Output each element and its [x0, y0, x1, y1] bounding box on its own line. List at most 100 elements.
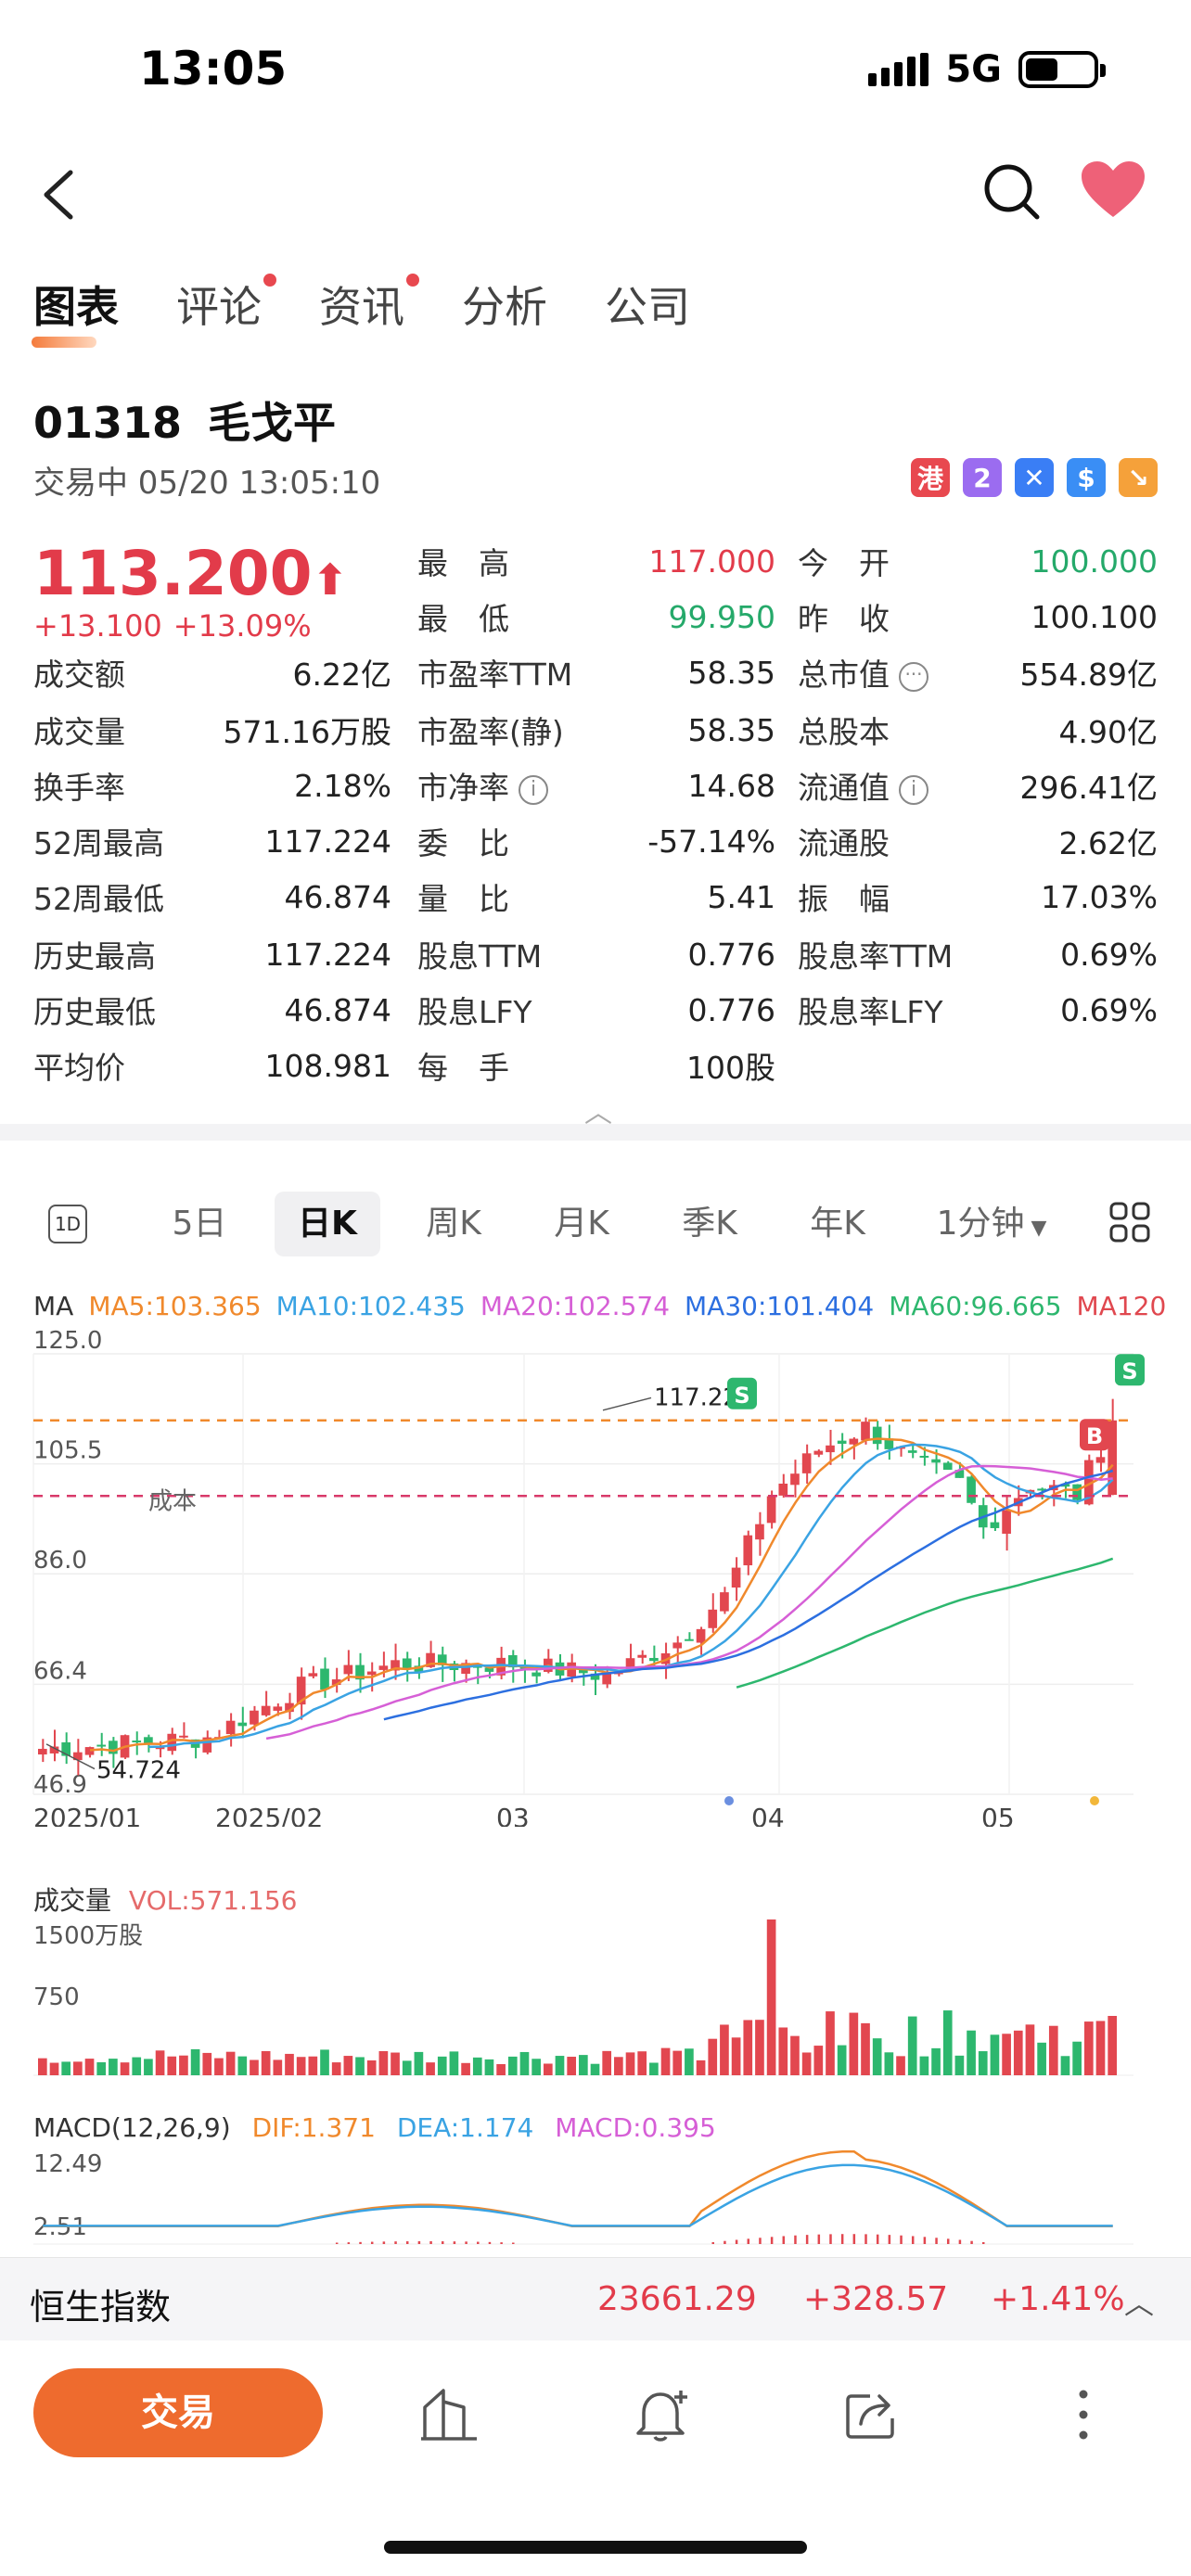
y-tick-label: 86.0: [33, 1547, 87, 1575]
quote-value: 2.62亿: [1058, 825, 1158, 861]
period-1d[interactable]: 1D: [48, 1205, 87, 1243]
price-alert-bell-icon[interactable]: [633, 2385, 692, 2444]
short-badge-icon[interactable]: ↘: [1119, 458, 1158, 497]
quote-value: 108.981: [264, 1047, 391, 1084]
position-icon[interactable]: [419, 2385, 479, 2444]
tab-comments[interactable]: 评论: [176, 274, 276, 335]
volume-bar: [919, 2056, 929, 2075]
info-icon[interactable]: i: [899, 774, 928, 805]
volume-bar: [602, 2050, 612, 2075]
trade-marker-label: S: [734, 1383, 749, 1409]
favorite-heart-icon[interactable]: [1080, 159, 1146, 219]
dollar-badge-icon[interactable]: $: [1067, 458, 1106, 497]
period-5d[interactable]: 5日: [158, 1192, 241, 1256]
quote-row: 股息TTM 0.776: [417, 926, 775, 982]
quote-value: 0.69%: [1060, 936, 1158, 973]
volume-bar: [355, 2057, 365, 2075]
volume-bar: [132, 2057, 142, 2075]
candle-body: [872, 1426, 882, 1445]
connect-badge-icon[interactable]: ✕: [1015, 458, 1054, 497]
candle-body: [942, 1462, 953, 1471]
index-ticker-bar[interactable]: 恒生指数 23661.29 +328.57 +1.41% ︿: [0, 2257, 1191, 2340]
candle-body: [1072, 1484, 1082, 1500]
quote-row: 今 开 100.000: [798, 533, 1158, 589]
quote-row: 总市值 ··· 554.89亿: [798, 644, 1158, 700]
candle-body: [308, 1673, 318, 1677]
expand-caret-icon[interactable]: ︿: [1124, 2280, 1154, 2323]
volume-bar: [190, 2048, 200, 2075]
volume-bar: [225, 2051, 236, 2075]
trade-button[interactable]: 交易: [33, 2368, 323, 2457]
quote-value: 14.68: [687, 767, 775, 804]
volume-bar: [990, 2034, 1000, 2075]
period-monthly-k[interactable]: 月K: [540, 1192, 623, 1256]
volume-bar: [1060, 2056, 1070, 2075]
stock-title: 01318 毛戈平: [33, 389, 336, 451]
candle-body: [320, 1668, 329, 1690]
period-yearly-k[interactable]: 年K: [796, 1192, 879, 1256]
volume-bar: [273, 2060, 283, 2075]
price-change: +13.100 +13.09%: [33, 608, 323, 644]
x-tick-label: 05: [981, 1803, 1015, 1827]
quote-label: 今 开: [798, 545, 890, 581]
tab-news[interactable]: 资讯: [319, 274, 419, 335]
quote-label: 股息LFY: [417, 994, 532, 1030]
quote-label: 52周最低: [33, 881, 164, 917]
info-icon[interactable]: i: [519, 774, 548, 805]
more-options-icon[interactable]: [1054, 2385, 1113, 2444]
quote-label: 流通股: [798, 825, 890, 861]
volume-bar: [590, 2063, 600, 2075]
notification-dot: [406, 274, 419, 287]
candle-body: [273, 1706, 283, 1711]
period-minute-dropdown[interactable]: 1分钟 ▼: [931, 1192, 1052, 1256]
volume-bar: [426, 2062, 435, 2075]
level2-badge-icon[interactable]: 2: [963, 458, 1002, 497]
volume-bar: [625, 2052, 635, 2075]
quote-label: 量 比: [417, 881, 509, 917]
volume-bar: [366, 2060, 377, 2075]
quote-value: 99.950: [668, 598, 775, 635]
quote-row: 市盈率TTM 58.35: [417, 644, 775, 700]
candlestick-chart[interactable]: 125.0 105.5 86.0 66.4 46.9 2025/01 2025/02 03 04…: [0, 1326, 1191, 1827]
quote-row: 历史最高 117.224: [33, 926, 391, 982]
stock-name: 毛戈平: [208, 398, 337, 448]
share-icon[interactable]: [842, 2385, 902, 2444]
grid-menu-icon[interactable]: [1109, 1202, 1150, 1243]
ma-legend[interactable]: MA MA5:103.365 MA10:102.435 MA20:102.574 MA3…: [33, 1291, 1165, 1321]
quote-value: 117.000: [648, 542, 775, 580]
y-tick-label: 46.9: [33, 1771, 87, 1799]
volume-bar: [472, 2057, 482, 2075]
quote-row: 52周最高 117.224: [33, 813, 391, 869]
quote-row: 流通值 i 296.41亿: [798, 758, 1158, 813]
quote-label: 股息率TTM: [798, 938, 954, 975]
macd-chart[interactable]: 12.492.51: [0, 2142, 1191, 2253]
candle-body: [813, 1450, 824, 1455]
more-icon[interactable]: ···: [899, 661, 928, 692]
candle-body: [237, 1722, 248, 1727]
volume-bar: [1025, 2024, 1035, 2075]
volume-bar: [507, 2056, 518, 2075]
volume-bar: [461, 2062, 470, 2075]
quote-label: 市盈率TTM: [417, 657, 573, 693]
candle-body: [919, 1455, 929, 1458]
volume-bar: [84, 2059, 95, 2075]
volume-bar: [579, 2055, 588, 2075]
tab-analysis[interactable]: 分析: [462, 274, 547, 335]
index-change-percent: +1.41%: [991, 2280, 1125, 2318]
quote-label: 总股本: [798, 714, 890, 750]
candle-body: [366, 1671, 377, 1676]
tab-chart[interactable]: 图表: [32, 274, 119, 348]
period-weekly-k[interactable]: 周K: [412, 1192, 495, 1256]
quote-row: 振 幅 17.03%: [798, 869, 1158, 925]
candle-body: [849, 1438, 859, 1445]
period-daily-k[interactable]: 日K: [275, 1192, 380, 1256]
tab-company[interactable]: 公司: [605, 274, 690, 335]
search-icon[interactable]: [981, 161, 1043, 223]
status-indicators: 5G: [868, 48, 1106, 91]
hk-badge-icon[interactable]: 港: [911, 458, 950, 497]
low-annotation: 54.724: [96, 1757, 181, 1785]
period-quarterly-k[interactable]: 季K: [668, 1192, 751, 1256]
back-icon[interactable]: [33, 167, 89, 223]
volume-chart[interactable]: 1500万股 750: [0, 1910, 1191, 2077]
candle-body: [837, 1440, 847, 1444]
